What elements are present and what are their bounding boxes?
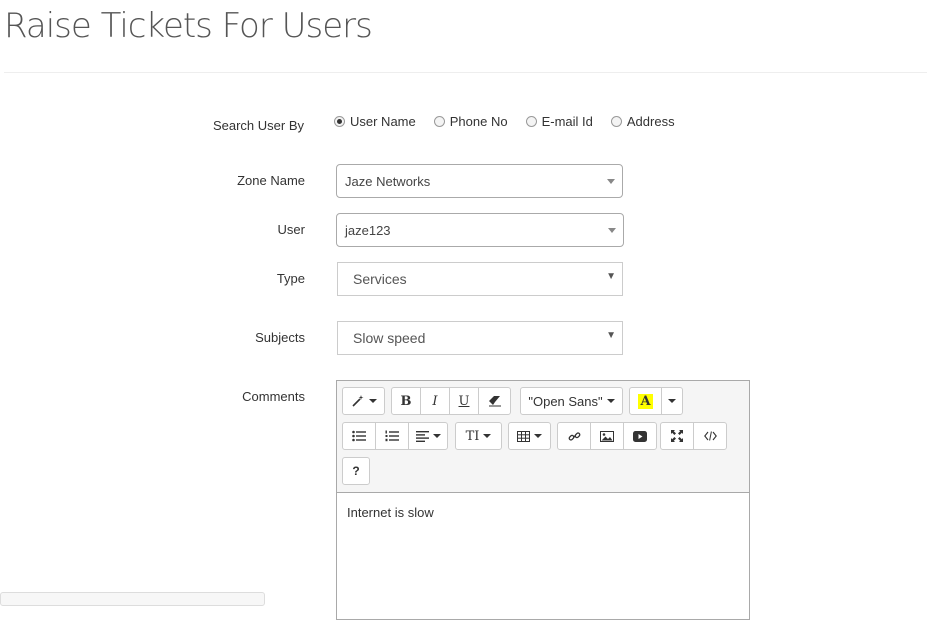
chevron-down-icon <box>607 179 615 184</box>
bullet-list-icon <box>352 430 366 442</box>
table-button[interactable] <box>508 422 551 450</box>
help-icon: ? <box>352 464 360 478</box>
style-button[interactable] <box>342 387 385 415</box>
radio-address[interactable]: Address <box>610 114 675 129</box>
chevron-down-icon: ▼ <box>606 271 616 282</box>
radio-email-id-label: E-mail Id <box>541 114 593 129</box>
radio-address-label: Address <box>626 114 675 129</box>
link-icon <box>568 430 581 443</box>
paragraph-button[interactable] <box>408 422 448 450</box>
font-size-label: TI <box>465 428 480 444</box>
radio-user-name-circle[interactable] <box>334 116 345 127</box>
font-color-dropdown[interactable] <box>661 387 683 415</box>
caret-down-icon <box>483 434 492 438</box>
image-icon <box>600 430 614 442</box>
user-label: User <box>277 222 305 237</box>
fullscreen-button[interactable] <box>660 422 694 450</box>
type-select[interactable]: Services ▼ <box>337 262 623 296</box>
expand-icon <box>671 430 683 442</box>
page-title: Raise Tickets For Users <box>4 6 373 46</box>
magic-wand-icon <box>351 394 365 408</box>
caret-down-icon <box>534 434 542 438</box>
unordered-list-button[interactable] <box>342 422 376 450</box>
type-label: Type <box>276 271 305 286</box>
help-button[interactable]: ? <box>342 457 370 485</box>
chevron-down-icon: ▼ <box>606 330 616 341</box>
code-icon <box>703 431 717 441</box>
caret-down-icon <box>368 399 377 403</box>
user-select[interactable]: jaze123 <box>336 213 624 247</box>
radio-phone-no[interactable]: Phone No <box>433 114 508 129</box>
italic-button[interactable]: I <box>420 387 450 415</box>
search-by-radio-group: User Name Phone No E-mail Id Address <box>334 114 693 129</box>
code-view-button[interactable] <box>693 422 727 450</box>
user-value: jaze123 <box>345 222 391 238</box>
numbered-list-icon <box>385 430 399 442</box>
link-button[interactable] <box>557 422 591 450</box>
video-button[interactable] <box>623 422 657 450</box>
underline-button[interactable]: U <box>449 387 479 415</box>
align-left-icon <box>415 430 429 442</box>
type-value: Services <box>353 271 407 287</box>
radio-phone-no-label: Phone No <box>449 114 508 129</box>
caret-down-icon <box>432 434 441 438</box>
picture-button[interactable] <box>590 422 624 450</box>
subjects-value: Slow speed <box>353 330 426 346</box>
radio-user-name-label: User Name <box>350 114 416 129</box>
ordered-list-button[interactable] <box>375 422 409 450</box>
radio-email-id[interactable]: E-mail Id <box>525 114 593 129</box>
zone-name-value: Jaze Networks <box>345 173 431 189</box>
subjects-select[interactable]: Slow speed ▼ <box>337 321 623 355</box>
title-divider <box>4 72 927 73</box>
subjects-label: Subjects <box>255 330 305 345</box>
editor-toolbar: B I U "Open Sans" A TI ? <box>337 381 749 493</box>
comments-editor: B I U "Open Sans" A TI ? Internet is slo… <box>336 380 750 620</box>
caret-down-icon <box>668 399 676 403</box>
eraser-icon <box>488 395 502 407</box>
zone-name-label: Zone Name <box>237 173 305 188</box>
font-color-button[interactable]: A <box>629 387 662 415</box>
editor-content-area[interactable]: Internet is slow <box>337 493 749 532</box>
bold-button[interactable]: B <box>391 387 421 415</box>
caret-down-icon <box>606 399 615 403</box>
search-by-label: Search User By <box>212 118 304 133</box>
video-icon <box>633 430 647 442</box>
font-name-button[interactable]: "Open Sans" <box>520 387 623 415</box>
clear-format-button[interactable] <box>478 387 511 415</box>
radio-phone-no-circle[interactable] <box>433 116 445 127</box>
font-color-letter: A <box>638 393 653 409</box>
font-name-value: "Open Sans" <box>528 393 603 409</box>
zone-name-select[interactable]: Jaze Networks <box>336 164 623 198</box>
font-size-button[interactable]: TI <box>455 422 502 450</box>
table-icon <box>517 430 530 442</box>
radio-user-name[interactable]: User Name <box>334 114 416 129</box>
chevron-down-icon <box>608 228 616 233</box>
comments-label: Comments <box>242 389 305 404</box>
radio-address-circle[interactable] <box>610 116 622 127</box>
radio-email-id-circle[interactable] <box>525 116 537 127</box>
